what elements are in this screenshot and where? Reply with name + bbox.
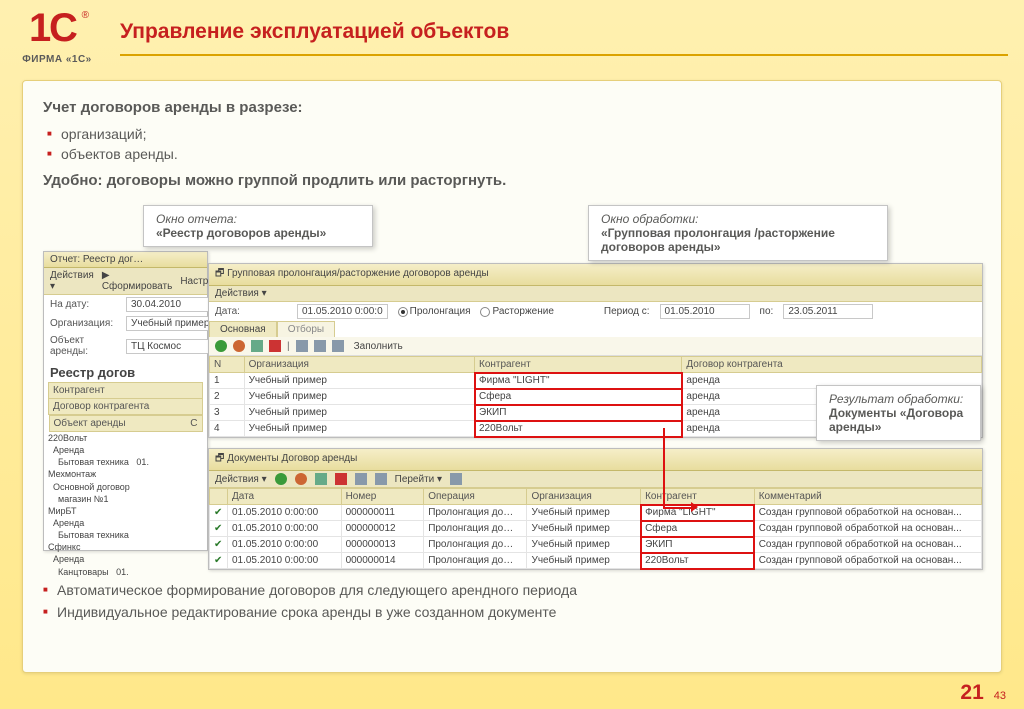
- intro-bullet: объектов аренды.: [47, 144, 981, 164]
- content-panel: Учет договоров аренды в разрезе: организ…: [22, 80, 1002, 673]
- org-field[interactable]: Учебный пример: [126, 316, 216, 331]
- filter-icon[interactable]: [355, 473, 367, 485]
- goto-menu[interactable]: Перейти ▾: [395, 474, 442, 485]
- tab-filters[interactable]: Отборы: [277, 321, 335, 337]
- bottom-bullets: Автоматическое формирование договоров дл…: [43, 579, 981, 623]
- down-icon[interactable]: [314, 340, 326, 352]
- report-tree-body: 220Вольт Аренда Бытовая техника 01. Мехм…: [48, 432, 203, 578]
- intro-block: Учет договоров аренды в разрезе: организ…: [43, 99, 981, 189]
- bottom-bullet: Автоматическое формирование договоров дл…: [43, 579, 981, 601]
- copy-icon[interactable]: [295, 473, 307, 485]
- title-underline: [120, 54, 1008, 56]
- fill-button[interactable]: Заполнить: [354, 341, 403, 352]
- logo: 1 C ® ФИРМА «1С»: [12, 8, 102, 65]
- period-to[interactable]: 23.05.2011: [783, 304, 873, 319]
- tab-main[interactable]: Основная: [209, 321, 277, 337]
- callout-value: «Реестр договоров аренды»: [156, 226, 360, 240]
- table-header: [210, 489, 228, 505]
- documents-table: ДатаНомерОперацияОрганизацияКонтрагентКо…: [209, 488, 982, 569]
- table-header: N: [210, 357, 245, 373]
- screenshots-area: Окно отчета: «Реестр договоров аренды» О…: [43, 203, 981, 573]
- up-icon[interactable]: [296, 340, 308, 352]
- report-title: Отчет: Реестр дог…: [44, 252, 207, 268]
- period-from[interactable]: 01.05.2010: [660, 304, 750, 319]
- processing-icons: | Заполнить: [209, 337, 982, 356]
- callout-value: «Групповая пролонгация /расторжение дого…: [601, 226, 875, 254]
- logo-text: ФИРМА «1С»: [12, 54, 102, 65]
- generate-button[interactable]: ▶ Сформировать: [102, 270, 173, 292]
- delete-icon[interactable]: [269, 340, 281, 352]
- intro-heading: Учет договоров аренды в разрезе:: [43, 99, 981, 116]
- report-window: Отчет: Реестр дог… Действия ▾ ▶ Сформиро…: [43, 251, 208, 551]
- callout-label: Результат обработки:: [829, 392, 968, 406]
- date-field[interactable]: 30.04.2010: [126, 297, 216, 312]
- table-header: Организация: [244, 357, 474, 373]
- table-row[interactable]: ✔01.05.2010 0:00:00000000013Пролонгация …: [210, 537, 982, 553]
- add-icon[interactable]: [215, 340, 227, 352]
- flow-arrow-line: [663, 507, 691, 509]
- table-header: Операция: [424, 489, 527, 505]
- logo-glyph: 1 C ®: [27, 8, 87, 52]
- callout-value: Документы «Договора аренды»: [829, 406, 968, 434]
- add-icon[interactable]: [275, 473, 287, 485]
- edit-icon[interactable]: [315, 473, 327, 485]
- flow-arrow-head: [691, 502, 698, 512]
- intro-bullet: организаций;: [47, 124, 981, 144]
- table-header: Дата: [227, 489, 341, 505]
- delete-icon[interactable]: [335, 473, 347, 485]
- table-header: Комментарий: [754, 489, 981, 505]
- bottom-bullet: Индивидуальное редактирование срока арен…: [43, 601, 981, 623]
- documents-window: 🗗 Документы Договор аренды Действия ▾ Пе…: [208, 448, 983, 570]
- edit-icon[interactable]: [251, 340, 263, 352]
- processing-title: 🗗 Групповая пролонгация/расторжение дого…: [215, 268, 489, 279]
- table-header: Договор контрагента: [682, 357, 982, 373]
- slide-title: Управление эксплуатацией объектов: [120, 20, 509, 44]
- callout-label: Окно отчета:: [156, 212, 360, 226]
- radio-terminate[interactable]: Расторжение: [480, 306, 553, 317]
- refresh-icon[interactable]: [375, 473, 387, 485]
- page-number-sub: 43: [994, 690, 1006, 702]
- actions-menu[interactable]: Действия ▾: [50, 270, 94, 292]
- callout-label: Окно обработки:: [601, 212, 875, 226]
- report-toolbar: Действия ▾ ▶ Сформировать Настройки: [44, 268, 207, 295]
- table-header: Номер: [341, 489, 424, 505]
- obj-field[interactable]: ТЦ Космос: [126, 339, 216, 354]
- help-icon[interactable]: [450, 473, 462, 485]
- table-row[interactable]: ✔01.05.2010 0:00:00000000012Пролонгация …: [210, 521, 982, 537]
- footer: 21 43: [960, 681, 1006, 705]
- table-header: Контрагент: [475, 357, 682, 373]
- documents-title: Документы Договор аренды: [227, 453, 357, 464]
- report-tree: Контрагент Договор контрагента Объект ар…: [48, 382, 203, 432]
- page-number: 21: [960, 681, 983, 705]
- table-row[interactable]: ✔01.05.2010 0:00:00000000014Пролонгация …: [210, 553, 982, 569]
- actions-menu[interactable]: Действия ▾: [215, 474, 267, 485]
- remove-icon[interactable]: [233, 340, 245, 352]
- table-header: Организация: [527, 489, 641, 505]
- flow-arrow-line: [663, 428, 665, 508]
- sort-icon[interactable]: [332, 340, 344, 352]
- intro-list: организаций; объектов аренды.: [47, 124, 981, 164]
- report-heading: Реестр догов: [44, 359, 207, 382]
- actions-menu[interactable]: Действия ▾: [215, 288, 267, 299]
- callout-result: Результат обработки: Документы «Договора…: [816, 385, 981, 441]
- callout-processing: Окно обработки: «Групповая пролонгация /…: [588, 205, 888, 261]
- convenient-text: Удобно: договоры можно группой продлить …: [43, 172, 981, 189]
- callout-report: Окно отчета: «Реестр договоров аренды»: [143, 205, 373, 247]
- radio-prolong[interactable]: Пролонгация: [398, 306, 471, 317]
- table-row[interactable]: ✔01.05.2010 0:00:00000000011Пролонгация …: [210, 505, 982, 521]
- date-field[interactable]: 01.05.2010 0:00:0: [297, 304, 388, 319]
